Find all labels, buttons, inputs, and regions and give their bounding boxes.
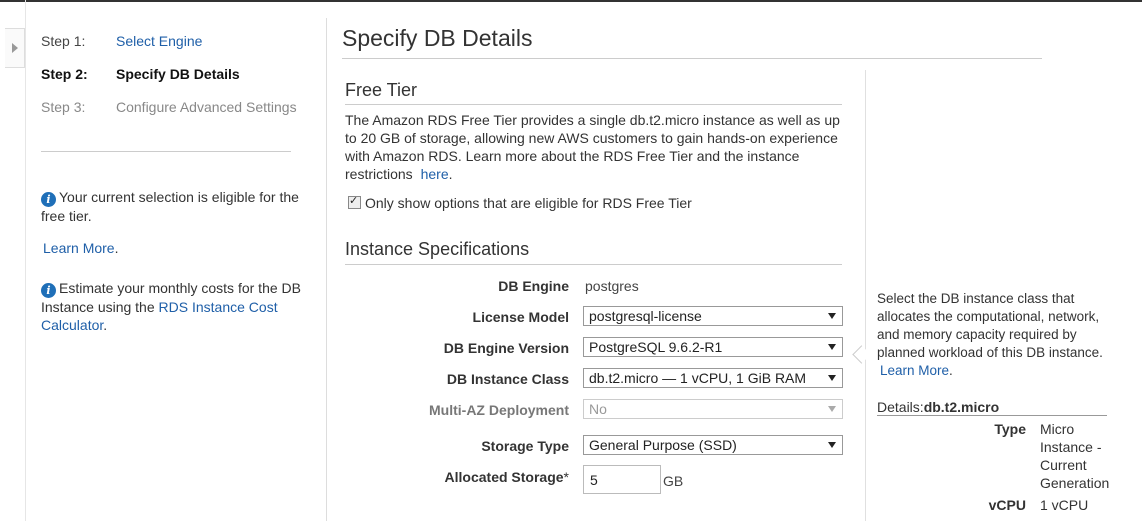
wizard-step-2: Step 2: Specify DB Details — [41, 66, 240, 82]
storage-type-select[interactable]: General Purpose (SSD) — [583, 435, 843, 455]
cost-estimate-note: i Estimate your monthly costs for the DB … — [41, 279, 301, 334]
info-icon: i — [41, 192, 56, 207]
label-text: Allocated Storage — [444, 469, 564, 485]
instance-class-help: Select the DB instance class that alloca… — [877, 290, 1117, 380]
db-engine-label: DB Engine — [498, 278, 569, 294]
free-tier-title: Free Tier — [345, 80, 418, 100]
here-link[interactable]: here — [421, 166, 449, 182]
section-rule — [345, 264, 842, 265]
multi-az-select: No — [583, 399, 843, 419]
expand-panel-icon[interactable] — [5, 28, 25, 68]
instance-class-select[interactable]: db.t2.micro — 1 vCPU, 1 GiB RAM — [583, 368, 843, 388]
storage-type-label: Storage Type — [481, 438, 569, 454]
details-rule — [877, 415, 1107, 416]
details-class: db.t2.micro — [923, 399, 1000, 415]
help-text: Select the DB instance class that alloca… — [877, 291, 1103, 360]
wizard-step-3: Step 3: Configure Advanced Settings — [41, 99, 297, 115]
period: . — [448, 166, 453, 182]
engine-version-label: DB Engine Version — [443, 340, 569, 356]
details-prefix: Details: — [877, 399, 924, 415]
vcpu-value: 1 vCPU — [1040, 497, 1089, 513]
selected-value: No — [589, 401, 607, 417]
help-pointer — [852, 345, 871, 364]
dropdown-arrow-icon — [828, 442, 836, 448]
period: . — [949, 363, 953, 378]
learn-more-row: Learn More. — [43, 240, 118, 256]
section-rule — [345, 104, 842, 105]
instance-class-label: DB Instance Class — [446, 371, 569, 387]
step-label: Configure Advanced Settings — [116, 99, 297, 115]
vcpu-label: vCPU — [988, 497, 1026, 513]
step-number: Step 2: — [41, 66, 88, 82]
allocated-storage-input[interactable]: 5 — [583, 465, 661, 494]
column-divider — [326, 18, 327, 521]
allocated-storage-label: Allocated Storage* — [445, 469, 569, 485]
free-tier-checkbox[interactable] — [348, 194, 361, 209]
step-label-current: Specify DB Details — [116, 66, 240, 82]
selected-value: General Purpose (SSD) — [589, 437, 737, 453]
db-engine-value: postgres — [585, 278, 639, 294]
free-tier-description: The Amazon RDS Free Tier provides a sing… — [345, 111, 840, 183]
wizard-step-1[interactable]: Step 1: Select Engine — [41, 33, 202, 49]
step-number: Step 1: — [41, 33, 86, 49]
period: . — [103, 317, 108, 333]
dropdown-arrow-icon — [828, 406, 836, 412]
note-text: Your current selection is eligible for t… — [41, 189, 299, 224]
license-model-select[interactable]: postgresql-license — [583, 306, 843, 326]
selected-value: postgresql-license — [589, 308, 702, 324]
license-model-label: License Model — [472, 309, 569, 325]
help-learn-more-link[interactable]: Learn More — [880, 363, 949, 378]
top-bar — [0, 0, 1142, 2]
free-tier-text: The Amazon RDS Free Tier provides a sing… — [345, 112, 840, 182]
left-border — [25, 0, 26, 521]
checkbox-label: Only show options that are eligible for … — [365, 195, 692, 211]
dropdown-arrow-icon — [828, 344, 836, 350]
divider — [41, 151, 291, 152]
title-rule — [342, 58, 1042, 59]
type-value: Micro Instance - Current Generation — [1040, 421, 1110, 491]
instance-spec-title: Instance Specifications — [345, 239, 530, 259]
page-title: Specify DB Details — [342, 25, 533, 51]
required-mark: * — [563, 469, 569, 485]
selected-value: db.t2.micro — 1 vCPU, 1 GiB RAM — [589, 370, 807, 386]
multi-az-label: Multi-AZ Deployment — [429, 402, 569, 418]
period: . — [114, 240, 119, 256]
dropdown-arrow-icon — [828, 313, 836, 319]
step-number: Step 3: — [41, 99, 86, 115]
info-icon: i — [41, 283, 56, 298]
details-title: Details:db.t2.micro — [877, 399, 999, 415]
free-tier-filter[interactable]: Only show options that are eligible for … — [348, 194, 692, 211]
learn-more-link[interactable]: Learn More — [43, 240, 115, 256]
step-link-select-engine[interactable]: Select Engine — [116, 33, 202, 49]
type-label: Type — [994, 421, 1026, 437]
engine-version-select[interactable]: PostgreSQL 9.6.2-R1 — [583, 337, 843, 357]
storage-unit: GB — [663, 473, 684, 489]
help-divider — [865, 70, 866, 521]
free-tier-eligible-note: i Your current selection is eligible for … — [41, 188, 301, 225]
dropdown-arrow-icon — [828, 375, 836, 381]
selected-value: PostgreSQL 9.6.2-R1 — [589, 339, 723, 355]
